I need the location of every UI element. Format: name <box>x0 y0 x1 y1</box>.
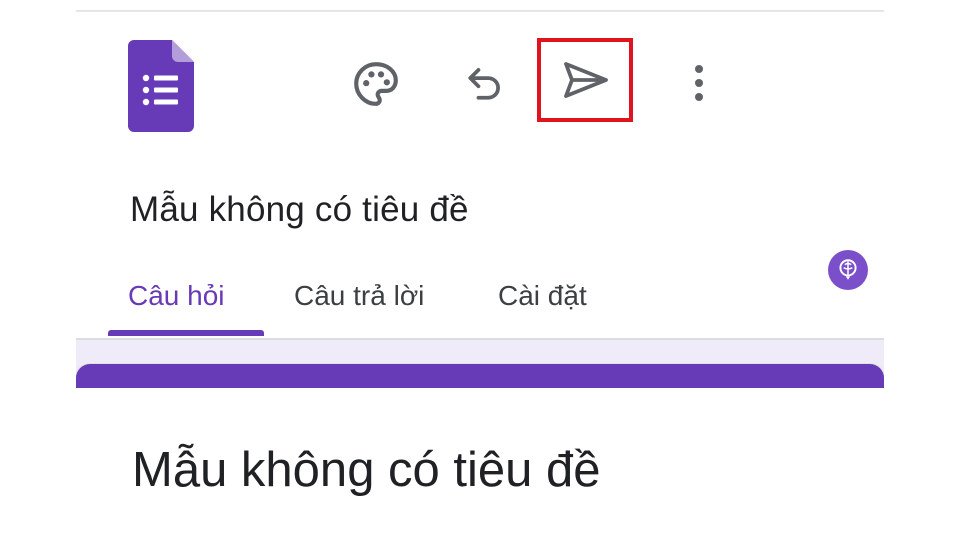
tab-responses[interactable]: Câu trả lời <box>294 280 424 312</box>
phone-screen: Mẫu không có tiêu đề Câu hỏi Câu trả lời… <box>76 0 884 540</box>
card-accent-bar <box>76 364 884 388</box>
google-forms-logo-icon <box>128 40 194 132</box>
undo-icon[interactable] <box>460 60 510 106</box>
palette-icon-glyph <box>354 62 398 106</box>
more-vert-icon-glyph <box>695 65 703 101</box>
send-icon[interactable] <box>548 50 624 110</box>
more-vert-icon[interactable] <box>684 58 714 108</box>
tab-settings[interactable]: Cài đặt <box>498 280 587 312</box>
brain-logo-icon <box>828 250 868 290</box>
page: Mẫu không có tiêu đề Câu hỏi Câu trả lời… <box>0 0 960 540</box>
form-title-header: Mẫu không có tiêu đề <box>130 190 469 229</box>
brain-logo-glyph <box>839 259 857 280</box>
form-title-input[interactable]: Mẫu không có tiêu đề <box>132 442 601 498</box>
tab-questions[interactable]: Câu hỏi <box>128 280 225 312</box>
send-icon-glyph <box>564 62 608 98</box>
palette-icon[interactable] <box>348 56 404 112</box>
active-tab-indicator <box>108 330 264 336</box>
undo-icon-glyph <box>468 68 500 100</box>
form-title-card[interactable]: Mẫu không có tiêu đề <box>76 364 884 540</box>
top-divider <box>76 10 884 12</box>
